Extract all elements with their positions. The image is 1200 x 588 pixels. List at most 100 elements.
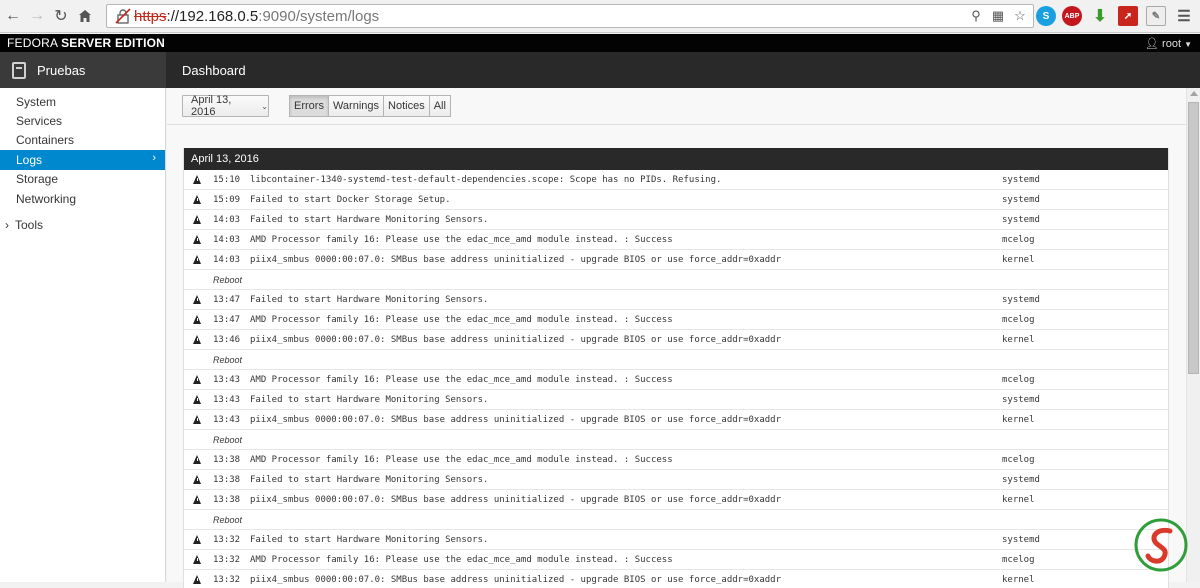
log-entry[interactable]: 13:46 piix4_smbus 0000:00:07.0: SMBus bas… <box>184 330 1168 350</box>
log-identifier: kernel <box>1002 414 1035 425</box>
log-identifier: mcelog <box>1002 234 1035 245</box>
warning-icon <box>193 215 201 224</box>
warning-icon <box>193 315 201 324</box>
skype-icon[interactable]: S <box>1036 6 1056 26</box>
log-time: 13:38 <box>213 494 241 505</box>
insecure-lock-icon[interactable] <box>115 8 131 24</box>
user-icon: 👤︎ <box>1145 38 1159 50</box>
log-message: Failed to start Docker Storage Setup. <box>250 194 451 205</box>
log-entry[interactable]: 15:10 libcontainer-1340-systemd-test-defa… <box>184 170 1168 190</box>
log-entry[interactable]: 13:43 piix4_smbus 0000:00:07.0: SMBus bas… <box>184 410 1168 430</box>
warning-icon <box>193 455 201 464</box>
host-icon <box>12 61 26 79</box>
log-entry[interactable]: 13:32 Failed to start Hardware Monitoring… <box>184 530 1168 550</box>
log-entry[interactable]: 14:03 AMD Processor family 16: Please use… <box>184 230 1168 250</box>
sidebar-item-storage[interactable]: Storage <box>0 170 165 189</box>
sidebar-item-containers[interactable]: Containers <box>0 131 165 150</box>
log-time: 13:43 <box>213 374 241 385</box>
watermark-logo <box>1134 518 1188 572</box>
adblock-icon[interactable]: ABP <box>1062 6 1082 26</box>
sidebar-item-label: Containers <box>16 133 75 148</box>
log-entry[interactable]: 13:43 Failed to start Hardware Monitoring… <box>184 390 1168 410</box>
translate-icon[interactable]: ▦ <box>989 7 1007 25</box>
warning-icon <box>193 415 201 424</box>
log-entry[interactable]: 15:09 Failed to start Docker Storage Setu… <box>184 190 1168 210</box>
warning-icon <box>193 195 201 204</box>
log-time: 14:03 <box>213 214 241 225</box>
chevron-down-icon: ⌄ <box>261 101 268 111</box>
warning-icon <box>193 375 201 384</box>
log-identifier: systemd <box>1002 474 1040 485</box>
scroll-thumb[interactable] <box>1188 102 1199 374</box>
sidebar-item-networking[interactable]: Networking <box>0 189 165 208</box>
log-time: 15:10 <box>213 174 241 185</box>
priority-notices-button[interactable]: Notices <box>383 95 430 117</box>
sidebar-item-label: Services <box>16 114 63 129</box>
log-time: 13:43 <box>213 394 241 405</box>
download-icon[interactable]: ⬇ <box>1090 6 1110 26</box>
sidebar: System Services Containers Logs › Storage… <box>0 88 166 582</box>
log-message: piix4_smbus 0000:00:07.0: SMBus base add… <box>250 414 782 425</box>
scroll-up-icon[interactable] <box>1190 91 1198 96</box>
date-dropdown[interactable]: April 13, 2016 ⌄ <box>182 94 269 118</box>
log-time: 13:47 <box>213 294 241 305</box>
log-entry[interactable]: 13:38 piix4_smbus 0000:00:07.0: SMBus bas… <box>184 490 1168 510</box>
log-entry[interactable]: 13:38 Failed to start Hardware Monitoring… <box>184 470 1168 490</box>
brand-bold: SERVER EDITION <box>61 36 166 50</box>
sidebar-item-services[interactable]: Services <box>0 111 165 130</box>
forward-icon[interactable]: → <box>26 5 48 27</box>
log-entry[interactable]: 13:32 piix4_smbus 0000:00:07.0: SMBus bas… <box>184 570 1168 588</box>
log-entry[interactable]: 14:03 piix4_smbus 0000:00:07.0: SMBus bas… <box>184 250 1168 270</box>
log-entry[interactable]: 13:47 Failed to start Hardware Monitoring… <box>184 290 1168 310</box>
log-message: AMD Processor family 16: Please use the … <box>250 234 673 245</box>
log-time: 13:32 <box>213 554 241 565</box>
reload-icon[interactable]: ↻ <box>50 5 72 27</box>
scrollbar[interactable] <box>1186 88 1200 582</box>
sidebar-item-logs[interactable]: Logs › <box>0 150 165 170</box>
url-path: :9090/system/logs <box>258 7 380 25</box>
sidebar-item-system[interactable]: System <box>0 92 165 111</box>
sidebar-item-tools[interactable]: › Tools <box>0 215 165 234</box>
zoom-icon[interactable]: ⚲ <box>967 7 985 25</box>
sidebar-item-label: System <box>16 94 57 109</box>
log-time: 13:38 <box>213 474 241 485</box>
log-message: Failed to start Hardware Monitoring Sens… <box>250 394 489 405</box>
log-message: Failed to start Hardware Monitoring Sens… <box>250 534 489 545</box>
log-message: Failed to start Hardware Monitoring Sens… <box>250 474 489 485</box>
log-identifier: mcelog <box>1002 554 1035 565</box>
log-time: 14:03 <box>213 234 241 245</box>
host-header: Pruebas Dashboard <box>0 52 1200 88</box>
bookmark-star-icon[interactable]: ☆ <box>1011 7 1029 25</box>
priority-warnings-button[interactable]: Warnings <box>327 95 385 117</box>
log-identifier: kernel <box>1002 334 1035 345</box>
back-icon[interactable]: ← <box>2 5 24 27</box>
browser-toolbar: ← → ↻ https ://192.168.0.5 :9090/system/… <box>0 0 1200 33</box>
log-entry[interactable]: 13:32 AMD Processor family 16: Please use… <box>184 550 1168 570</box>
log-message: AMD Processor family 16: Please use the … <box>250 554 673 565</box>
reboot-marker: Reboot <box>184 350 1168 370</box>
log-entry[interactable]: 13:43 AMD Processor family 16: Please use… <box>184 370 1168 390</box>
chrome-menu-icon[interactable]: ☰ <box>1174 6 1194 26</box>
sidebar-item-label: Logs <box>16 152 43 167</box>
chevron-down-icon: ▼ <box>1184 40 1192 49</box>
user-menu[interactable]: 👤︎ root ▼ <box>1145 37 1192 50</box>
log-identifier: systemd <box>1002 534 1040 545</box>
log-entry[interactable]: 14:03 Failed to start Hardware Monitoring… <box>184 210 1168 230</box>
priority-errors-button[interactable]: Errors <box>289 95 329 117</box>
dashboard-link[interactable]: Dashboard <box>182 63 246 78</box>
host-selector[interactable]: Pruebas <box>0 52 166 88</box>
log-identifier: systemd <box>1002 174 1040 185</box>
log-entry[interactable]: 13:47 AMD Processor family 16: Please use… <box>184 310 1168 330</box>
home-icon[interactable] <box>74 5 96 27</box>
log-entry[interactable]: 13:38 AMD Processor family 16: Please use… <box>184 450 1168 470</box>
log-message: AMD Processor family 16: Please use the … <box>250 314 673 325</box>
cockpit-topbar: FEDORA SERVER EDITION 👤︎ root ▼ <box>0 34 1200 52</box>
address-bar[interactable]: https ://192.168.0.5 :9090/system/logs ⚲… <box>106 4 1034 28</box>
log-message: Failed to start Hardware Monitoring Sens… <box>250 214 489 225</box>
notes-icon[interactable]: ✎ <box>1146 6 1166 26</box>
pdf-icon[interactable]: ➚ <box>1118 6 1138 26</box>
log-panel: April 13, 2016 15:10 libcontainer-1340-sy… <box>183 148 1169 588</box>
log-time: 13:32 <box>213 574 241 585</box>
priority-all-button[interactable]: All <box>428 95 451 117</box>
reboot-marker: Reboot <box>184 270 1168 290</box>
